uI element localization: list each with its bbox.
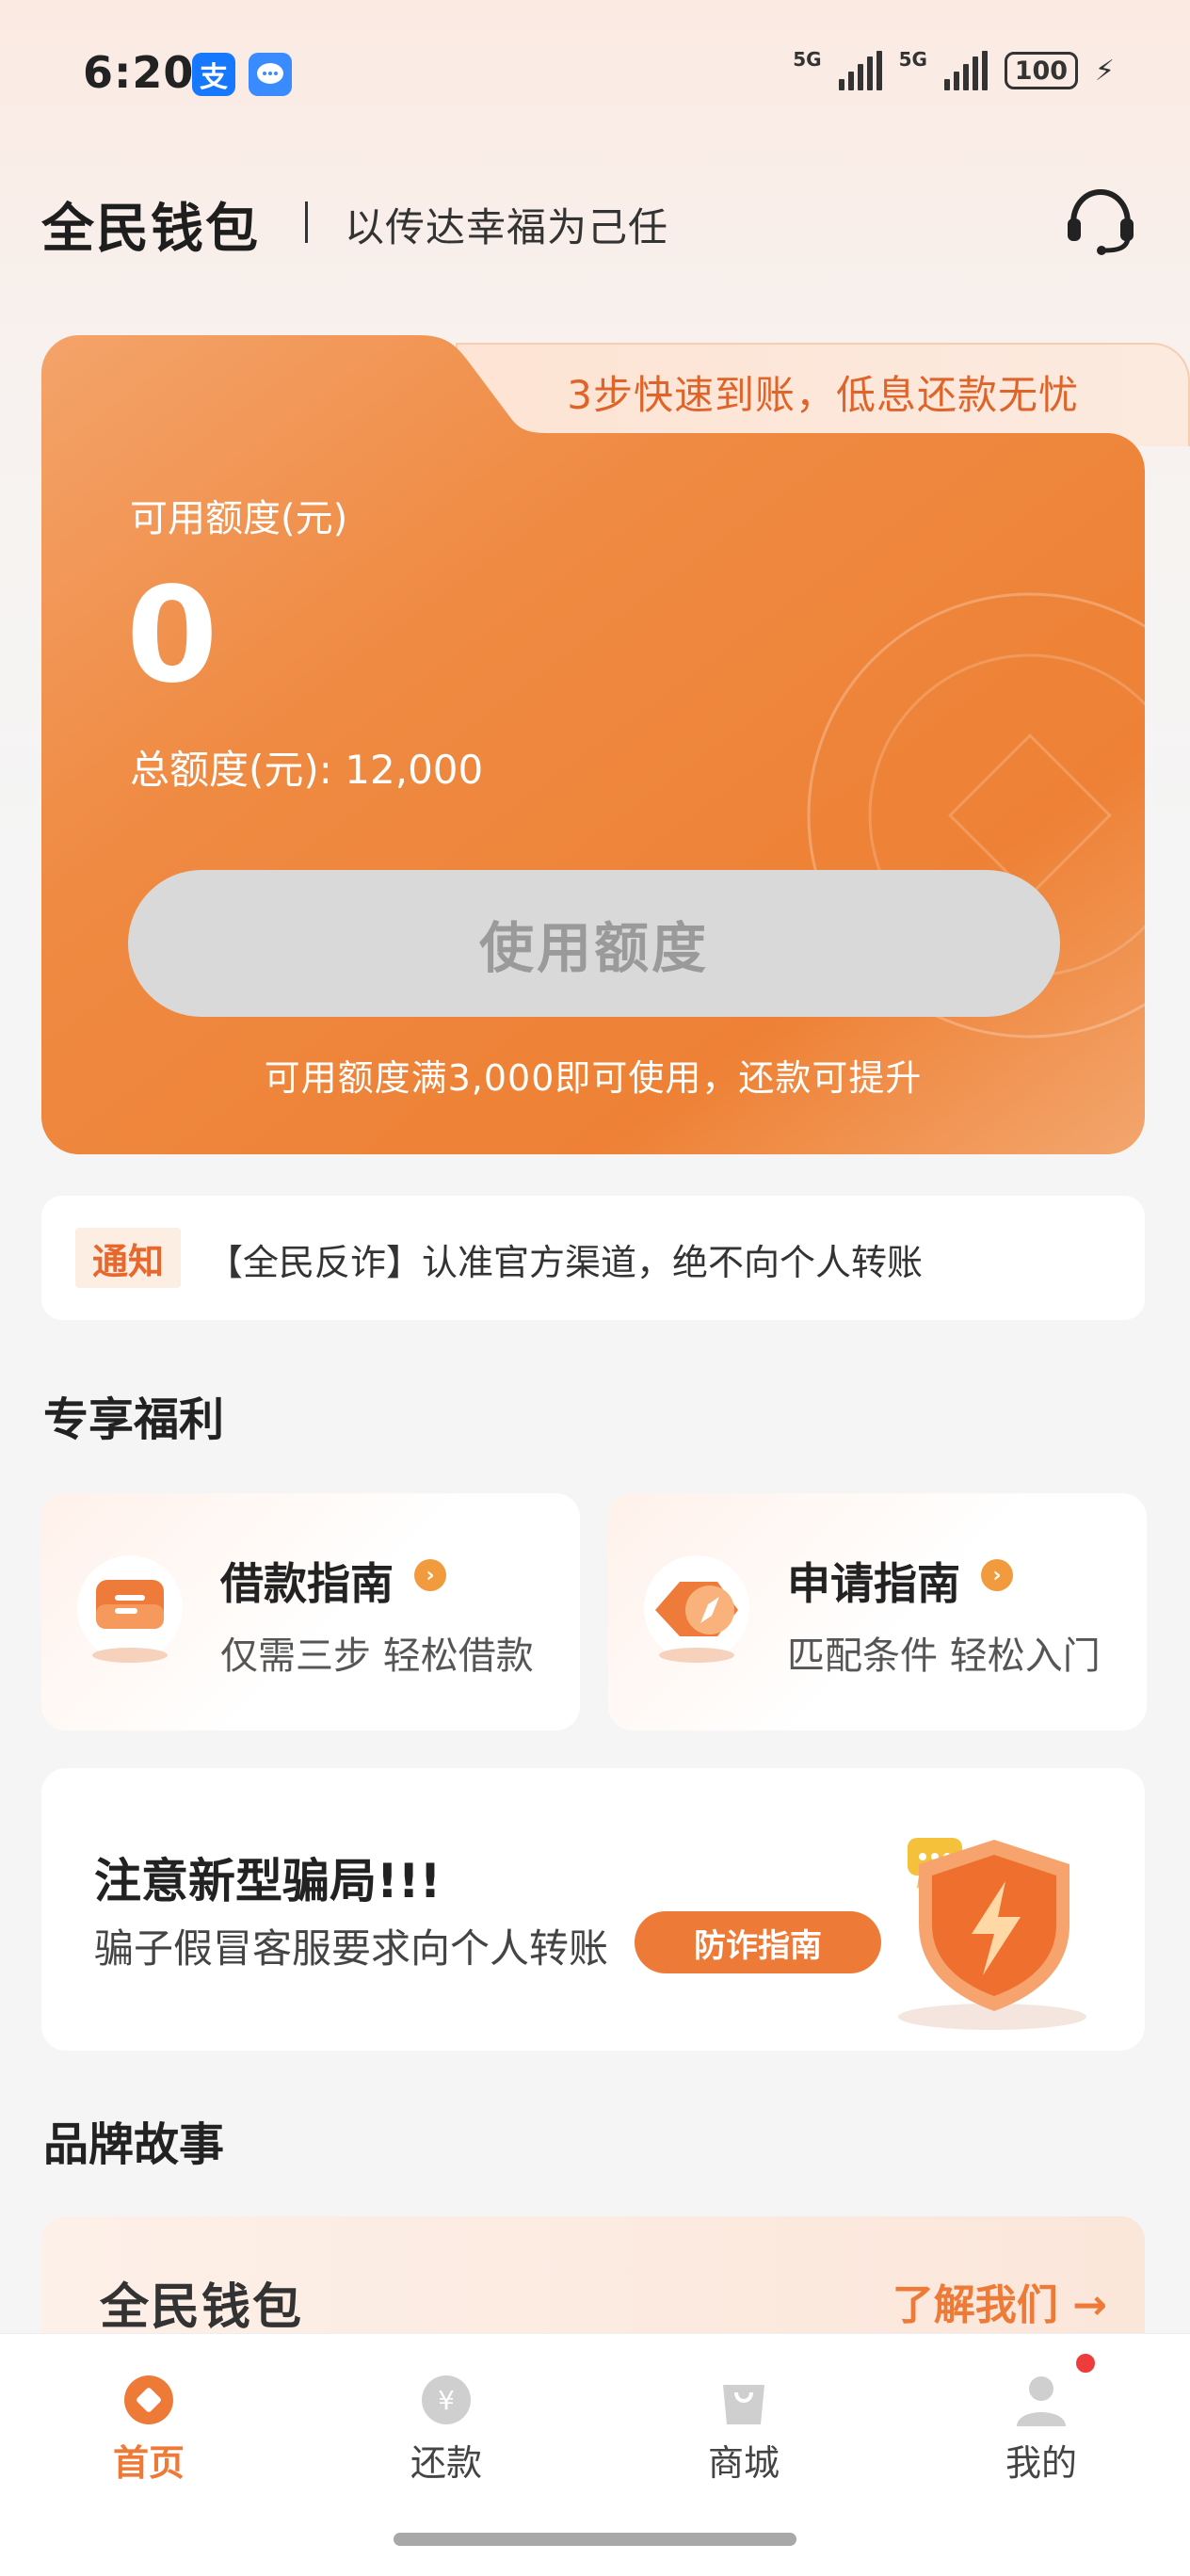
signal-icon	[838, 51, 882, 90]
brand-story-title: 品牌故事	[43, 2118, 225, 2171]
status-bar: 6:20 支 5G 5G 100 ⚡	[0, 0, 1190, 151]
fraud-warning-desc: 骗子假冒客服要求向个人转账	[94, 1925, 609, 1972]
status-indicators: 5G 5G 100 ⚡	[793, 48, 1115, 90]
benefits-title: 专享福利	[43, 1393, 225, 1446]
ticket-icon	[75, 1550, 185, 1672]
compass-icon	[642, 1550, 751, 1672]
loan-guide-card[interactable]: 借款指南 › 仅需三步 轻松借款	[41, 1493, 580, 1731]
nav-label-shop: 商城	[707, 2442, 780, 2484]
home-icon	[121, 2372, 177, 2428]
nav-label-home: 首页	[112, 2442, 185, 2484]
nav-item-shop[interactable]: 商城	[650, 2372, 838, 2486]
loan-guide-desc: 仅需三步 轻松借款	[220, 1634, 534, 1678]
svg-text:¥: ¥	[438, 2385, 455, 2416]
nav-item-profile[interactable]: 我的	[947, 2351, 1135, 2486]
battery-icon: 100	[1004, 52, 1078, 89]
header-divider	[305, 201, 308, 243]
message-icon	[249, 53, 292, 96]
alipay-icon: 支	[192, 53, 235, 96]
use-credit-button[interactable]: 使用额度	[128, 870, 1060, 1017]
nav-item-home[interactable]: 首页	[55, 2372, 243, 2486]
notice-bar[interactable]: 通知 【全民反诈】认准官方渠道，绝不向个人转账	[41, 1196, 1145, 1320]
network-type-2: 5G	[898, 48, 927, 71]
credit-tip: 可用额度满3,000即可使用，还款可提升	[264, 1057, 923, 1099]
status-time: 6:20	[83, 47, 195, 98]
charging-icon: ⚡	[1094, 54, 1115, 88]
nav-item-repay[interactable]: ¥ 还款	[352, 2372, 540, 2486]
notice-text: 【全民反诈】认准官方渠道，绝不向个人转账	[207, 1242, 924, 1283]
anti-fraud-guide-button[interactable]: 防诈指南	[635, 1911, 881, 1973]
credit-card: 3步快速到账，低息还款无忧 可用额度(元) 0 总额度(元): 12,000 使…	[41, 335, 1190, 1154]
available-credit-amount: 0	[126, 559, 218, 713]
apply-guide-desc: 匹配条件 轻松入门	[787, 1634, 1101, 1678]
available-credit-label: 可用额度(元)	[130, 497, 348, 540]
shield-icon	[851, 1802, 1105, 2037]
app-logo: 全民钱包	[41, 199, 260, 260]
shop-icon	[716, 2372, 772, 2428]
signal-icon-2	[943, 51, 988, 90]
home-indicator[interactable]	[394, 2533, 796, 2546]
fraud-warning-title: 注意新型骗局!!!	[94, 1854, 442, 1908]
app-slogan: 以传达幸福为己任	[345, 204, 669, 250]
total-credit: 总额度(元): 12,000	[130, 747, 484, 793]
chevron-right-icon: ›	[981, 1559, 1013, 1591]
loan-guide-title: 借款指南	[220, 1558, 394, 1609]
notification-badge	[1073, 2351, 1098, 2375]
nav-label-profile: 我的	[1005, 2442, 1077, 2484]
brand-name: 全民钱包	[100, 2279, 304, 2336]
network-type-1: 5G	[793, 48, 822, 71]
about-us-link[interactable]: 了解我们 →	[892, 2271, 1107, 2331]
profile-icon	[1013, 2351, 1098, 2428]
apply-guide-card[interactable]: 申请指南 › 匹配条件 轻松入门	[608, 1493, 1147, 1731]
chevron-right-icon: ›	[414, 1559, 446, 1591]
fraud-warning-card[interactable]: 注意新型骗局!!! 骗子假冒客服要求向个人转账 防诈指南	[41, 1768, 1145, 2051]
headset-icon[interactable]	[1062, 186, 1139, 256]
notice-tag: 通知	[75, 1228, 181, 1288]
nav-label-repay: 还款	[410, 2442, 482, 2484]
repay-icon: ¥	[418, 2372, 474, 2428]
apply-guide-title: 申请指南	[787, 1558, 960, 1609]
